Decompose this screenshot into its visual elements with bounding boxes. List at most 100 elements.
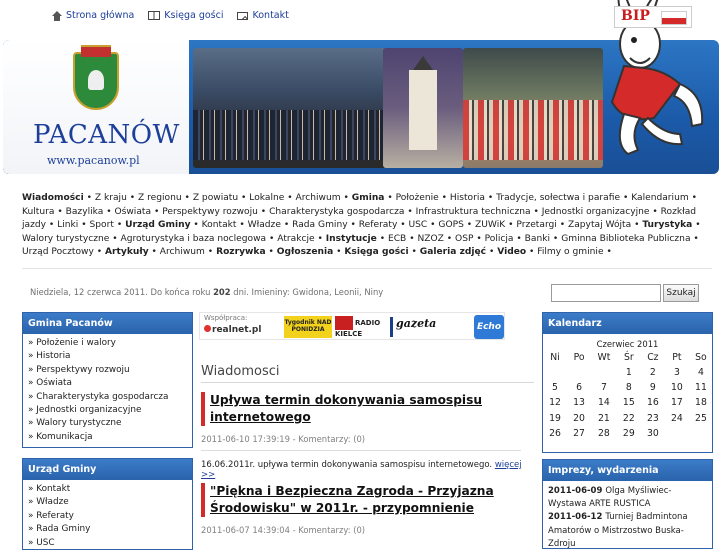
site-title[interactable]: PACANÓW	[33, 120, 180, 150]
partner-realnet[interactable]: realnet.pl	[204, 325, 261, 335]
nav-item[interactable]: Filmy o gminie	[537, 247, 603, 257]
nav-item[interactable]: Banki	[525, 234, 550, 244]
calendar-day[interactable]: 30	[641, 426, 665, 441]
partner-echo-dnia[interactable]: Echo dnia	[474, 315, 504, 356]
nav-item[interactable]: Instytucje	[326, 234, 377, 244]
calendar-day[interactable]: 6	[567, 380, 591, 395]
nav-item[interactable]: Galeria zdjęć	[420, 247, 486, 257]
nav-item[interactable]: Oświata	[114, 207, 151, 217]
guestbook-link[interactable]: Księga gości	[148, 10, 223, 21]
sidebar-item[interactable]: » Władze	[28, 496, 187, 509]
sidebar-item[interactable]: » Jednostki organizacyjne	[28, 404, 187, 417]
nav-item[interactable]: Zapytaj Wójta	[568, 220, 631, 230]
nav-item[interactable]: Turystyka	[642, 220, 692, 230]
calendar-day[interactable]: 29	[617, 426, 641, 441]
sidebar-item[interactable]: » Kontakt	[28, 483, 187, 496]
nav-item[interactable]: Charakterystyka gospodarcza	[269, 207, 404, 217]
nav-item[interactable]: Z powiatu	[193, 193, 238, 203]
calendar-day[interactable]: 18	[689, 395, 713, 410]
nav-item[interactable]: Tradycje, sołectwa i parafie	[496, 193, 620, 203]
calendar-day[interactable]: 5	[543, 380, 567, 395]
calendar-day[interactable]: 28	[591, 426, 617, 441]
sidebar-item[interactable]: » Charakterystyka gospodarcza	[28, 391, 187, 404]
home-link-label[interactable]: Strona główna	[66, 10, 134, 21]
nav-item[interactable]: ZUWiK	[475, 220, 505, 230]
calendar-day[interactable]: 1	[617, 365, 641, 380]
nav-item[interactable]: Wiadomości	[22, 193, 84, 203]
sidebar-item[interactable]: » Historia	[28, 350, 187, 363]
calendar-day[interactable]: 10	[665, 380, 689, 395]
search-input[interactable]	[551, 284, 661, 302]
nav-item[interactable]: Z regionu	[138, 193, 182, 203]
nav-item[interactable]: GOPS	[438, 220, 463, 230]
nav-item[interactable]: Kalendarium	[631, 193, 689, 203]
nav-item[interactable]: Historia	[450, 193, 485, 203]
nav-item[interactable]: OSP	[455, 234, 473, 244]
calendar-day[interactable]: 26	[543, 426, 567, 441]
nav-item[interactable]: Gmina	[352, 193, 385, 203]
nav-item[interactable]: Policja	[485, 234, 514, 244]
calendar-day[interactable]: 27	[567, 426, 591, 441]
sidebar-item[interactable]: » Rada Gminy	[28, 523, 187, 536]
nav-item[interactable]: Agroturystyka i baza noclegowa	[121, 234, 267, 244]
calendar-day[interactable]: 7	[591, 380, 617, 395]
nav-item[interactable]: Kontakt	[202, 220, 237, 230]
nav-item[interactable]: Władze	[248, 220, 281, 230]
event-item[interactable]: 2011-06-09 Olga Myśliwiec- Wystawa ARTE …	[548, 485, 707, 511]
nav-item[interactable]: Księga gości	[344, 247, 408, 257]
nav-item[interactable]: Urząd Pocztowy	[22, 247, 94, 257]
nav-item[interactable]: Walory turystyczne	[22, 234, 109, 244]
nav-item[interactable]: Atrakcje	[277, 234, 314, 244]
sidebar-item[interactable]: » Oświata	[28, 377, 187, 390]
event-item[interactable]: 2011-06-12 Turniej Badmintona Amatorów o…	[548, 511, 707, 551]
partner-tygodnik[interactable]: Tygodnik NAD PONIDZIA	[284, 316, 332, 338]
nav-item[interactable]: USC	[408, 220, 427, 230]
calendar-day[interactable]: 23	[641, 411, 665, 426]
nav-item[interactable]: Bazylika	[66, 207, 104, 217]
nav-item[interactable]: Gminna Biblioteka Publiczna	[561, 234, 690, 244]
calendar-day[interactable]: 19	[543, 411, 567, 426]
calendar-day[interactable]: 24	[665, 411, 689, 426]
calendar-day[interactable]: 22	[617, 411, 641, 426]
calendar-day[interactable]: 12	[543, 395, 567, 410]
calendar-day[interactable]: 14	[591, 395, 617, 410]
calendar-day[interactable]: 2	[641, 365, 665, 380]
nav-item[interactable]: Rozrywka	[216, 247, 266, 257]
nav-item[interactable]: Jednostki organizacyjne	[542, 207, 650, 217]
nav-item[interactable]: Urząd Gminy	[125, 220, 190, 230]
contact-link-label[interactable]: Kontakt	[252, 10, 288, 21]
sidebar-item[interactable]: » Komunikacja	[28, 431, 187, 444]
nav-item[interactable]: Lokalne	[249, 193, 284, 203]
calendar-day[interactable]: 16	[641, 395, 665, 410]
article-title[interactable]: "Piękna i Bezpieczna Zagroda - Przyjazna…	[201, 483, 534, 517]
sidebar-item[interactable]: » Walory turystyczne	[28, 417, 187, 430]
nav-item[interactable]: Położenie	[396, 193, 439, 203]
bip-logo[interactable]: BIP	[614, 6, 692, 28]
nav-item[interactable]: Przetargi	[516, 220, 556, 230]
nav-item[interactable]: Ogłoszenia	[277, 247, 333, 257]
nav-item[interactable]: Kultura	[22, 207, 54, 217]
home-link[interactable]: Strona główna	[52, 10, 134, 21]
calendar-day[interactable]: 25	[689, 411, 713, 426]
guestbook-link-label[interactable]: Księga gości	[164, 10, 223, 21]
nav-item[interactable]: Archiwum	[296, 193, 341, 203]
calendar-day[interactable]: 17	[665, 395, 689, 410]
nav-item[interactable]: Rada Gminy	[292, 220, 348, 230]
partner-radio-kielce[interactable]: RADIO KIELCE	[335, 316, 385, 338]
calendar-day[interactable]: 21	[591, 411, 617, 426]
nav-item[interactable]: ECB	[388, 234, 406, 244]
nav-item[interactable]: Sport	[90, 220, 114, 230]
calendar-day[interactable]: 9	[641, 380, 665, 395]
nav-item[interactable]: Infrastruktura techniczna	[416, 207, 531, 217]
nav-item[interactable]: Archiwum	[160, 247, 205, 257]
calendar-day[interactable]: 15	[617, 395, 641, 410]
calendar-day[interactable]: 4	[689, 365, 713, 380]
article-title[interactable]: Upływa termin dokonywania samospisu inte…	[201, 392, 534, 426]
calendar-day[interactable]: 8	[617, 380, 641, 395]
partner-gazeta[interactable]: gazeta	[390, 317, 438, 337]
sidebar-item[interactable]: » Referaty	[28, 510, 187, 523]
nav-item[interactable]: Artykuły	[105, 247, 149, 257]
nav-item[interactable]: NZOZ	[417, 234, 443, 244]
sidebar-item[interactable]: » Perspektywy rozwoju	[28, 364, 187, 377]
calendar-day[interactable]: 20	[567, 411, 591, 426]
